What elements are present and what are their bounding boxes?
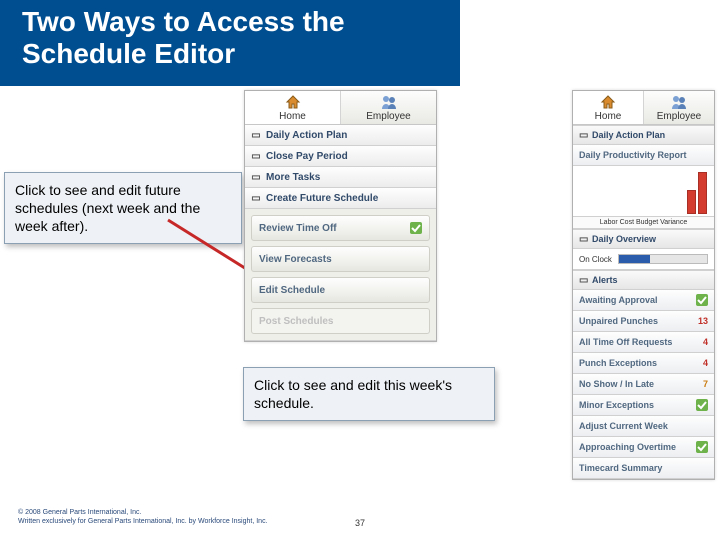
row-create-future-schedule[interactable]: ▭ Create Future Schedule [245, 188, 436, 209]
check-icon [410, 222, 422, 234]
no-show-value: 7 [703, 379, 708, 389]
row-label: Minor Exceptions [579, 400, 654, 410]
center-panel: Home Employee ▭ Daily Action Plan ▭ Close … [244, 90, 437, 342]
center-tabs: Home Employee [245, 91, 436, 125]
sect-label: Alerts [592, 275, 618, 285]
right-tabs: Home Employee [573, 91, 714, 125]
btn-post-schedules[interactable]: Post Schedules [251, 308, 430, 334]
unpaired-punches-value: 13 [698, 316, 708, 326]
btn-review-time-off[interactable]: Review Time Off [251, 215, 430, 241]
expand-icon: ▭ [251, 151, 261, 161]
footer-line-1: © 2008 General Parts International, Inc. [18, 508, 268, 517]
tab-employee-right-label: Employee [657, 111, 701, 122]
chart-bar [698, 172, 707, 214]
right-panel: Home Employee ▭Daily Action Plan Daily P… [572, 90, 715, 480]
sect-alerts[interactable]: ▭Alerts [573, 270, 714, 290]
check-icon [696, 441, 708, 453]
row-awaiting-approval[interactable]: Awaiting Approval [573, 290, 714, 311]
row-label: Close Pay Period [266, 151, 348, 162]
title-line-1: Two Ways to Access the [22, 6, 345, 37]
callout-future-schedules: Click to see and edit future schedules (… [4, 172, 242, 244]
sect-daily-action-plan[interactable]: ▭Daily Action Plan [573, 125, 714, 145]
row-unpaired-punches[interactable]: Unpaired Punches 13 [573, 311, 714, 332]
row-all-time-off-requests[interactable]: All Time Off Requests 4 [573, 332, 714, 353]
collapse-icon: ▭ [579, 130, 589, 141]
row-label: Approaching Overtime [579, 442, 676, 452]
row-label: More Tasks [266, 172, 320, 183]
progress-fill [619, 255, 650, 263]
row-close-pay-period[interactable]: ▭ Close Pay Period [245, 146, 436, 167]
punch-exceptions-value: 4 [703, 358, 708, 368]
variance-chart [573, 166, 714, 217]
row-approaching-overtime[interactable]: Approaching Overtime [573, 437, 714, 458]
row-label: Daily Productivity Report [579, 150, 687, 160]
sect-label: Daily Overview [592, 234, 656, 244]
expand-icon: ▭ [251, 172, 261, 182]
future-schedule-subpanel: Review Time Off View Forecasts Edit Sche… [245, 209, 436, 341]
btn-view-forecasts[interactable]: View Forecasts [251, 246, 430, 272]
sect-label: Daily Action Plan [592, 130, 665, 140]
row-label: Daily Action Plan [266, 130, 347, 141]
on-clock-label: On Clock [579, 255, 612, 264]
row-label: Create Future Schedule [266, 193, 378, 204]
row-minor-exceptions[interactable]: Minor Exceptions [573, 395, 714, 416]
check-icon [696, 294, 708, 306]
btn-label: View Forecasts [259, 254, 332, 265]
row-label: All Time Off Requests [579, 337, 672, 347]
row-punch-exceptions[interactable]: Punch Exceptions 4 [573, 353, 714, 374]
check-icon [696, 399, 708, 411]
tab-home[interactable]: Home [245, 91, 341, 124]
time-off-value: 4 [703, 337, 708, 347]
page-number: 37 [0, 518, 720, 528]
row-label: Timecard Summary [579, 463, 662, 473]
tab-home-right[interactable]: Home [573, 91, 644, 124]
row-label: Punch Exceptions [579, 358, 657, 368]
row-more-tasks[interactable]: ▭ More Tasks [245, 167, 436, 188]
collapse-icon: ▭ [251, 193, 261, 203]
chart-bar [687, 190, 696, 214]
row-label: Adjust Current Week [579, 421, 668, 431]
row-no-show-in-late[interactable]: No Show / In Late 7 [573, 374, 714, 395]
tab-home-label: Home [279, 111, 306, 122]
tab-employee-label: Employee [366, 111, 410, 122]
btn-label: Review Time Off [259, 223, 337, 234]
on-clock-progress [618, 254, 708, 264]
row-daily-productivity-report[interactable]: Daily Productivity Report [573, 145, 714, 166]
title-bar: Two Ways to Access the Schedule Editor [0, 0, 460, 86]
collapse-icon: ▭ [579, 275, 589, 286]
row-label: Awaiting Approval [579, 295, 658, 305]
collapse-icon: ▭ [579, 234, 589, 245]
tab-home-right-label: Home [595, 111, 622, 122]
row-label: Unpaired Punches [579, 316, 658, 326]
row-daily-action-plan[interactable]: ▭ Daily Action Plan [245, 125, 436, 146]
row-adjust-current-week[interactable]: Adjust Current Week [573, 416, 714, 437]
title-line-2: Schedule Editor [22, 38, 235, 69]
employee-icon [381, 94, 397, 110]
btn-label: Edit Schedule [259, 285, 325, 296]
tab-employee[interactable]: Employee [341, 91, 436, 124]
employee-icon [671, 94, 687, 110]
slide: Two Ways to Access the Schedule Editor C… [0, 0, 720, 540]
home-icon [600, 94, 616, 110]
tab-employee-right[interactable]: Employee [644, 91, 714, 124]
btn-edit-schedule[interactable]: Edit Schedule [251, 277, 430, 303]
row-timecard-summary[interactable]: Timecard Summary [573, 458, 714, 479]
row-label: No Show / In Late [579, 379, 654, 389]
slide-title: Two Ways to Access the Schedule Editor [22, 6, 460, 70]
sect-daily-overview[interactable]: ▭Daily Overview [573, 229, 714, 249]
callout-this-week-schedule: Click to see and edit this week's schedu… [243, 367, 495, 421]
btn-label: Post Schedules [259, 316, 333, 327]
chart-caption: Labor Cost Budget Variance [573, 217, 714, 229]
collapse-icon: ▭ [251, 130, 261, 140]
home-icon [285, 94, 301, 110]
on-clock-overview: On Clock [573, 249, 714, 270]
